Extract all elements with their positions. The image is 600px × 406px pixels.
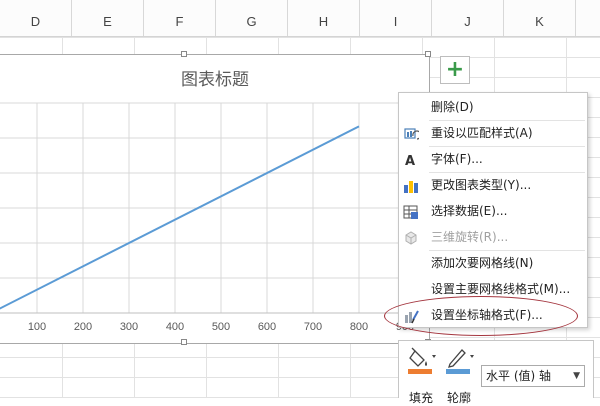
menu-item-select-data[interactable]: 选择数据(E)... [399, 198, 587, 224]
x-tick-label: 400 [166, 321, 184, 333]
column-header-k[interactable]: K [504, 0, 576, 36]
menu-item-change-chart-type[interactable]: 更改图表类型(Y)... [399, 172, 587, 198]
menu-item-label: 三维旋转(R)... [431, 230, 509, 244]
series-line [0, 125, 360, 310]
column-header-d[interactable]: D [0, 0, 72, 36]
font-icon: A [403, 151, 419, 169]
reset-style-icon [403, 125, 422, 141]
column-header-bar: D E F G H I J K [0, 0, 600, 37]
column-header-g[interactable]: G [216, 0, 288, 36]
x-tick-label: 200 [74, 321, 92, 333]
menu-item-label: 重设以匹配样式(A) [431, 126, 533, 140]
svg-text:A: A [405, 154, 415, 168]
chart-elements-button[interactable]: + [440, 56, 470, 84]
column-header-f[interactable]: F [144, 0, 216, 36]
x-tick-label: 300 [120, 321, 138, 333]
chart-type-icon [403, 177, 419, 193]
chart-element-selector[interactable]: 水平 (值) 轴 ▼ [481, 365, 585, 387]
menu-item-label: 删除(D) [431, 100, 474, 114]
select-data-icon [403, 203, 419, 219]
plot-area[interactable]: 100200300400500600700800900 [0, 55, 431, 345]
chart-element-selector-value: 水平 (值) 轴 [486, 369, 551, 383]
menu-item-reset-style[interactable]: 重设以匹配样式(A) [399, 120, 587, 146]
outline-button[interactable]: 轮廓 [445, 345, 477, 405]
menu-item-label: 字体(F)... [431, 152, 483, 166]
highlight-annotation-oval [384, 296, 578, 336]
x-tick-label: 100 [28, 321, 46, 333]
paint-bucket-icon [407, 347, 439, 389]
column-header-h[interactable]: H [288, 0, 360, 36]
menu-item-label: 添加次要网格线(N) [431, 256, 534, 270]
x-tick-label: 800 [350, 321, 368, 333]
column-header-j[interactable]: J [432, 0, 504, 36]
3d-rotation-icon [403, 229, 419, 245]
column-header-i[interactable]: I [360, 0, 432, 36]
fill-button[interactable]: 填充 [407, 345, 439, 405]
x-tick-label: 700 [304, 321, 322, 333]
chart-area[interactable]: 图表标题 100200300400500600700800900 [0, 51, 431, 345]
menu-item-3d-rotation[interactable]: 三维旋转(R)... [399, 224, 587, 250]
column-header-e[interactable]: E [72, 0, 144, 36]
x-tick-label: 500 [212, 321, 230, 333]
mini-format-toolbar: 填充 轮廓 水平 (值) 轴 ▼ [398, 340, 594, 405]
x-tick-label: 600 [258, 321, 276, 333]
menu-item-label: 选择数据(E)... [431, 204, 508, 218]
pen-icon [445, 349, 477, 389]
menu-item-add-minor-gridlines[interactable]: 添加次要网格线(N) [399, 250, 587, 276]
menu-item-delete[interactable]: 删除(D) [399, 94, 587, 120]
menu-item-font[interactable]: A 字体(F)... [399, 146, 587, 172]
chevron-down-icon: ▼ [573, 371, 580, 381]
context-menu: 删除(D) 重设以匹配样式(A) A 字体(F)... 更改图表类型(Y)...… [398, 92, 588, 328]
menu-item-label: 更改图表类型(Y)... [431, 178, 532, 192]
